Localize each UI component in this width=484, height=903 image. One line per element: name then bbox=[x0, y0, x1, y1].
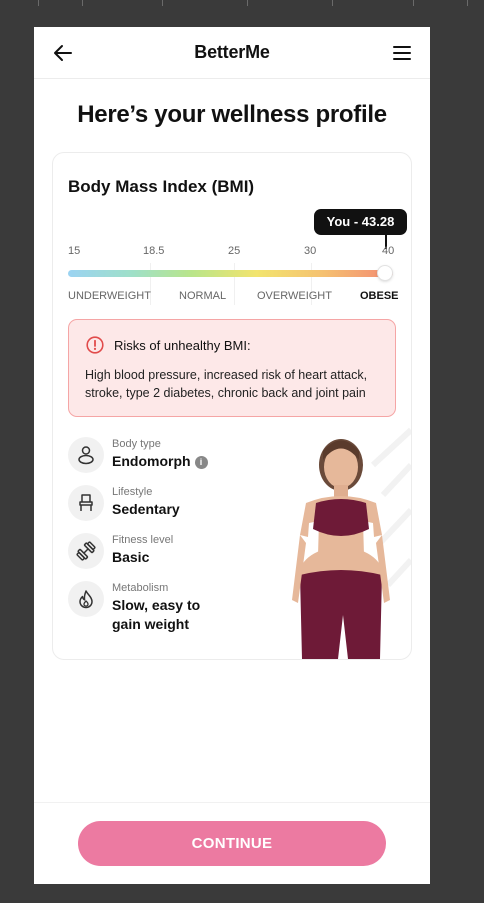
info-icon[interactable]: i bbox=[194, 456, 208, 469]
bmi-category-active: OBESE bbox=[360, 290, 399, 302]
risk-text: High blood pressure, increased risk of h… bbox=[85, 368, 368, 400]
risk-title: Risks of unhealthy BMI: bbox=[114, 338, 251, 353]
bmi-tick: 25 bbox=[228, 245, 241, 257]
bmi-tick: 40 bbox=[382, 245, 395, 257]
menu-icon[interactable] bbox=[392, 43, 412, 63]
app-screen: BetterMe Here’s your wellness profile Bo… bbox=[34, 27, 430, 884]
trait-label: Lifestyle bbox=[112, 486, 153, 498]
trait-label: Body type bbox=[112, 438, 161, 450]
app-title: BetterMe bbox=[194, 42, 270, 62]
trait-body-type: Body type Endomorph i bbox=[68, 437, 268, 477]
trait-value: Basic bbox=[112, 549, 150, 565]
trait-value: Sedentary bbox=[112, 501, 180, 517]
bmi-category: NORMAL bbox=[179, 290, 227, 302]
flame-icon bbox=[79, 590, 93, 609]
trait-value: Slow, easy to gain weight bbox=[112, 597, 201, 632]
bmi-title: Body Mass Index (BMI) bbox=[68, 177, 255, 196]
bmi-categories: UNDERWEIGHT NORMAL OVERWEIGHT OBESE bbox=[68, 290, 399, 304]
bmi-tick: 30 bbox=[304, 245, 317, 257]
bmi-category: OVERWEIGHT bbox=[257, 290, 332, 302]
chair-icon bbox=[79, 494, 93, 511]
body-model-illustration bbox=[292, 427, 411, 659]
bmi-category: UNDERWEIGHT bbox=[68, 290, 151, 302]
top-ruler bbox=[0, 0, 484, 8]
wellness-card: Body Mass Index (BMI) You - 43.28 15 18.… bbox=[52, 152, 412, 660]
body-icon bbox=[78, 446, 94, 465]
bmi-scale-ticks: 15 18.5 25 30 40 bbox=[68, 245, 398, 259]
header: BetterMe bbox=[34, 27, 430, 79]
bmi-gradient-bar bbox=[68, 270, 393, 277]
dumbbell-icon bbox=[76, 541, 96, 561]
trait-label: Metabolism bbox=[112, 582, 169, 594]
bmi-tick: 18.5 bbox=[143, 245, 165, 257]
continue-button[interactable]: CONTINUE bbox=[78, 821, 386, 866]
bmi-indicator-knob bbox=[378, 266, 392, 280]
trait-label: Fitness level bbox=[112, 534, 174, 546]
trait-fitness-level: Fitness level Basic bbox=[68, 533, 268, 573]
risk-box: Risks of unhealthy BMI: High blood press… bbox=[68, 319, 396, 417]
bmi-you-tooltip: You - 43.28 bbox=[314, 209, 407, 235]
trait-value: Endomorph bbox=[112, 453, 191, 469]
trait-value-wrap: Endomorph i bbox=[112, 452, 208, 471]
trait-metabolism: Metabolism Slow, easy to gain weight bbox=[68, 581, 228, 637]
alert-circle-icon bbox=[86, 336, 104, 354]
page-title: Here’s your wellness profile bbox=[77, 101, 387, 128]
footer-divider bbox=[34, 802, 430, 803]
bmi-tick: 15 bbox=[68, 245, 81, 257]
trait-lifestyle: Lifestyle Sedentary bbox=[68, 485, 268, 525]
